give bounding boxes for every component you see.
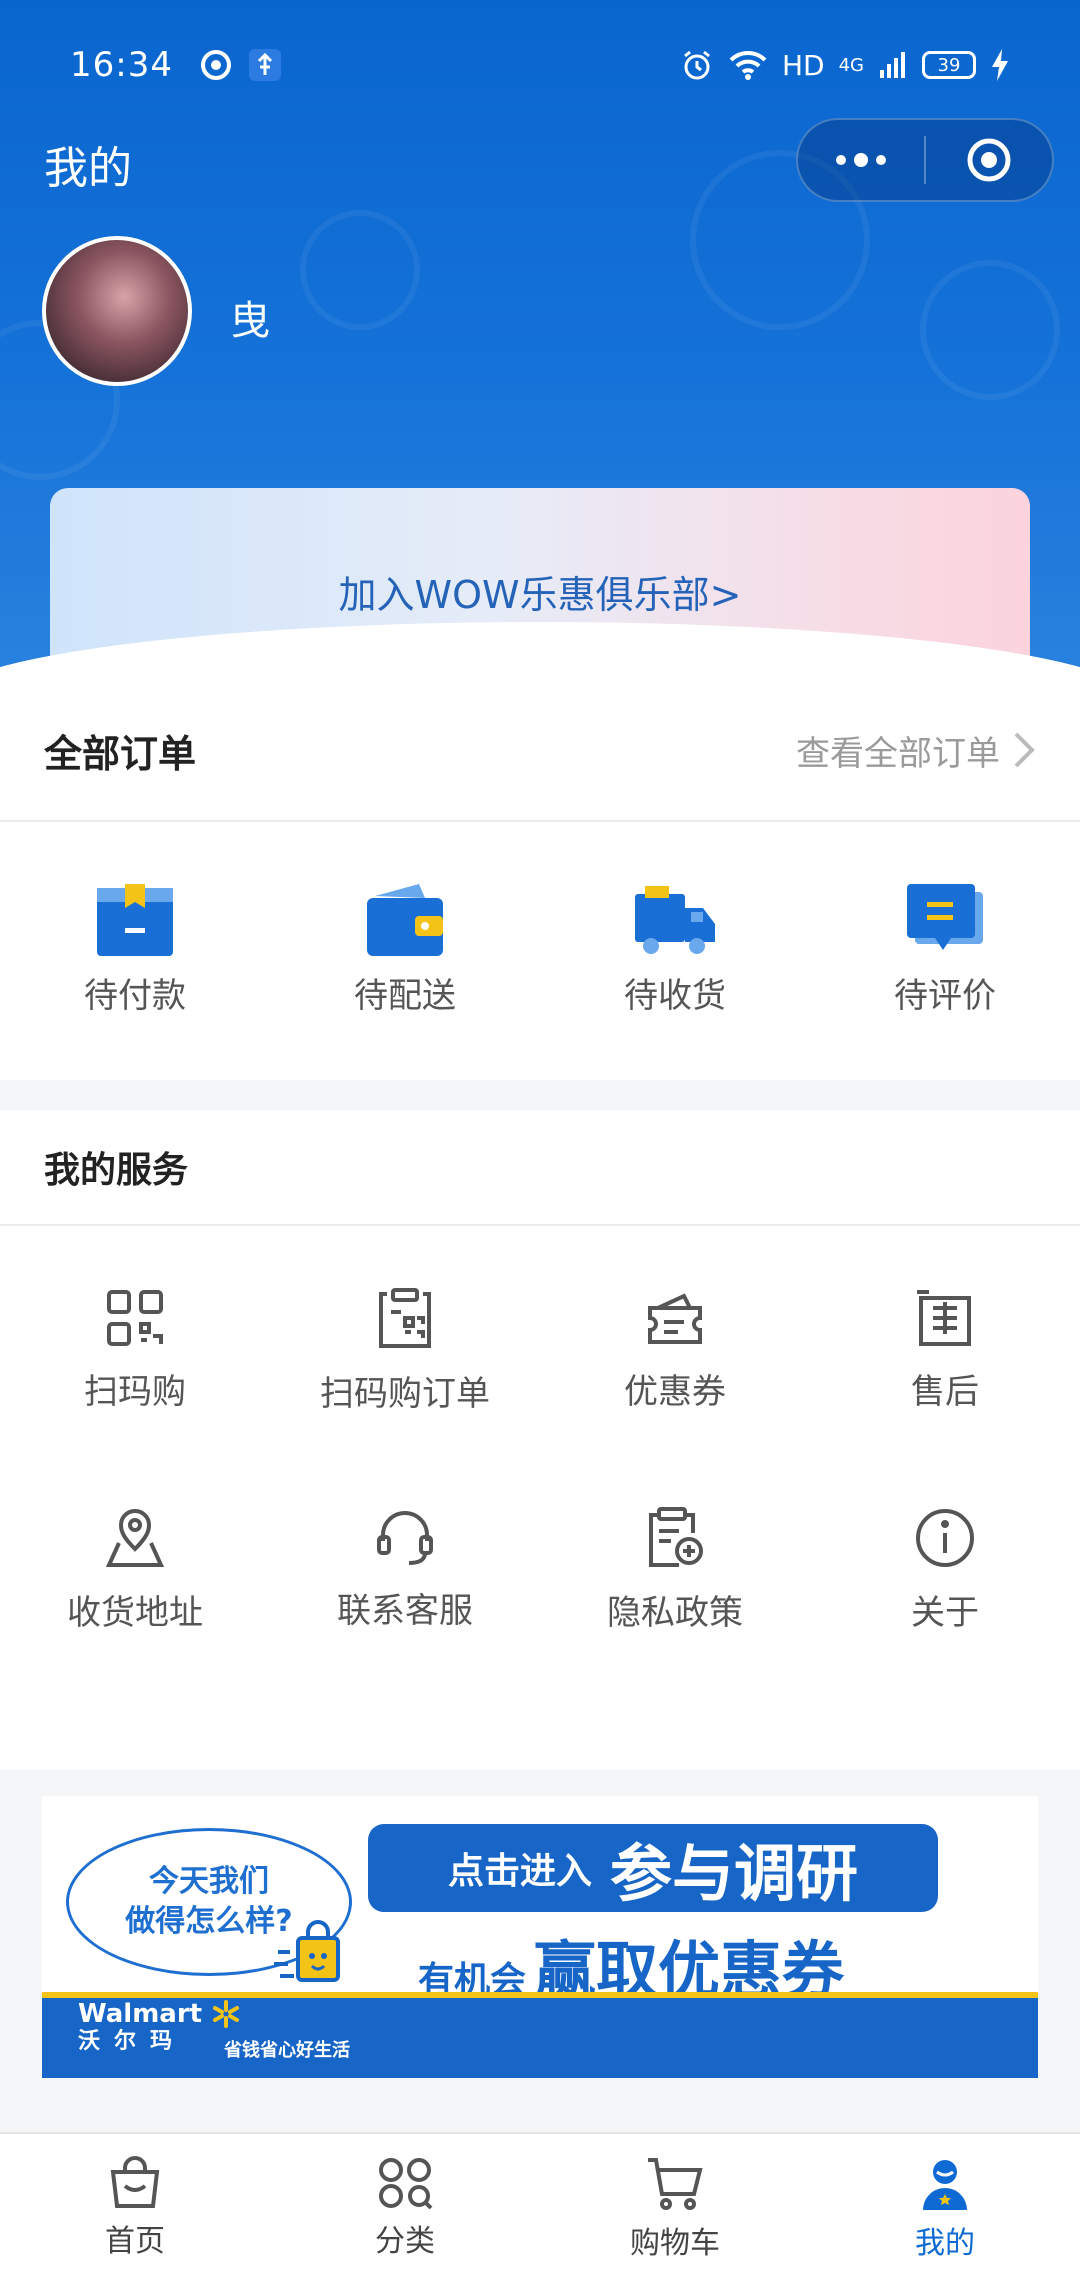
service-about[interactable]: 关于 xyxy=(810,1415,1080,1634)
status-bar: 16:34 HD 4G 39 xyxy=(0,0,1080,130)
page-title: 我的 xyxy=(44,143,132,194)
usb-icon xyxy=(248,49,281,81)
netease-music-icon xyxy=(200,50,231,80)
location-map-icon xyxy=(105,1509,165,1567)
signal-icon xyxy=(880,52,905,78)
tab-profile[interactable]: 我的 xyxy=(810,2134,1080,2280)
profile-icon xyxy=(923,2160,967,2210)
order-status-pending-payment[interactable]: 待付款 xyxy=(0,822,270,1017)
network-type: HD xyxy=(781,48,825,82)
qr-order-icon xyxy=(379,1288,431,1348)
services-section: 我的服务 扫玛购 扫码购订单 优惠券 售后 收货地址 联系客服 隐私政策 关于 xyxy=(0,1110,1080,1770)
headset-icon xyxy=(377,1511,433,1565)
service-privacy-policy[interactable]: 隐私政策 xyxy=(540,1415,810,1634)
shopping-bag-mascot-icon xyxy=(274,1920,340,1982)
cart-icon xyxy=(648,2158,703,2210)
service-coupons[interactable]: 优惠券 xyxy=(540,1226,810,1415)
target-circle-icon xyxy=(967,138,1011,182)
survey-pill: 点击进入 参与调研 xyxy=(368,1824,938,1912)
wallet-icon xyxy=(367,884,443,956)
order-status-pending-receipt[interactable]: 待收货 xyxy=(540,822,810,1017)
wow-club-link[interactable]: 加入WOW乐惠俱乐部> xyxy=(50,564,1030,619)
order-status-pending-review[interactable]: 待评价 xyxy=(810,822,1080,1017)
tab-category[interactable]: 分类 xyxy=(270,2134,540,2280)
delivery-truck-icon xyxy=(635,886,715,954)
view-all-orders-link[interactable]: 查看全部订单 xyxy=(796,726,1036,775)
services-title: 我的服务 xyxy=(0,1110,1080,1226)
username: 曳 xyxy=(230,298,270,344)
coupon-icon xyxy=(648,1293,702,1344)
mini-program-capsule xyxy=(796,118,1054,202)
walmart-spark-icon xyxy=(213,2000,239,2028)
orders-title: 全部订单 xyxy=(44,731,197,776)
tab-home[interactable]: 首页 xyxy=(0,2134,270,2280)
category-icon xyxy=(379,2158,433,2210)
survey-banner[interactable]: 今天我们 做得怎么样? 点击进入 参与调研 有机会 赢取优惠券 Walmart … xyxy=(42,1796,1038,2078)
walmart-logo: Walmart 沃尔玛 xyxy=(78,1999,203,2054)
review-chat-icon xyxy=(907,884,983,950)
alarm-icon xyxy=(684,50,710,80)
clipboard-icon xyxy=(649,1507,703,1567)
more-button[interactable] xyxy=(798,120,924,200)
profile-header: 16:34 HD 4G 39 我的 曳 加入WOW乐惠俱乐部> xyxy=(0,0,1080,680)
close-button[interactable] xyxy=(926,120,1052,200)
service-scan-buy[interactable]: 扫玛购 xyxy=(0,1226,270,1415)
shopping-bag-icon xyxy=(110,2156,160,2208)
walmart-slogan: 省钱省心好生活 xyxy=(224,2040,350,2061)
more-dots-icon xyxy=(836,153,886,167)
order-status-pending-delivery[interactable]: 待配送 xyxy=(270,822,540,1017)
signal-type: 4G xyxy=(838,54,864,76)
tab-cart[interactable]: 购物车 xyxy=(540,2134,810,2280)
info-icon xyxy=(916,1509,974,1567)
orders-section: 全部订单 查看全部订单 待付款 待配送 待收货 待评价 xyxy=(0,680,1080,1080)
pending-payment-icon xyxy=(97,884,173,956)
battery-indicator: 39 xyxy=(922,51,976,79)
service-scan-orders[interactable]: 扫码购订单 xyxy=(270,1226,540,1415)
service-shipping-address[interactable]: 收货地址 xyxy=(0,1415,270,1634)
wifi-icon xyxy=(729,50,767,80)
after-sales-icon xyxy=(917,1290,971,1346)
avatar[interactable] xyxy=(42,236,192,386)
chevron-right-icon xyxy=(1014,732,1035,768)
bottom-tab-bar: 首页 分类 购物车 我的 xyxy=(0,2132,1080,2280)
service-customer-support[interactable]: 联系客服 xyxy=(270,1415,540,1634)
service-after-sales[interactable]: 售后 xyxy=(810,1226,1080,1415)
status-time: 16:34 xyxy=(70,45,173,85)
qr-code-icon xyxy=(107,1290,163,1346)
charging-icon xyxy=(992,49,1008,81)
